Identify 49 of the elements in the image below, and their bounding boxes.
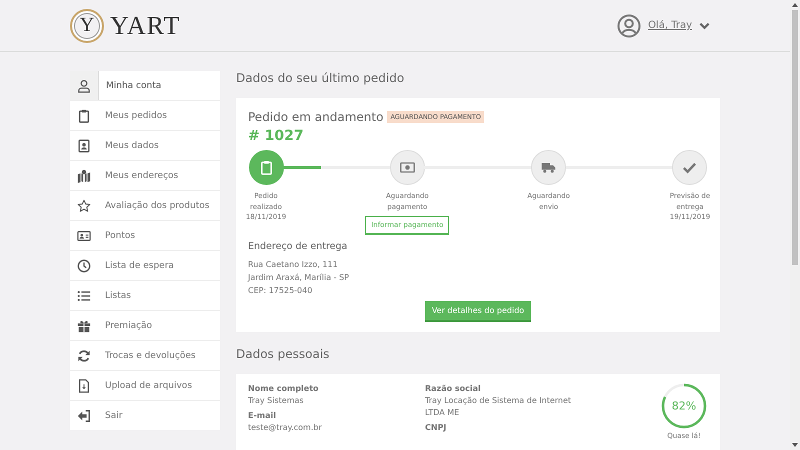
clock-icon (77, 258, 91, 272)
completion-percent: 82% (672, 400, 696, 412)
address-text: Rua Caetano Izzo, 111 Jardim Araxá, Marília - SP CEP: 17525-040 (248, 259, 350, 297)
user-icon (77, 78, 91, 92)
clipboard-icon (258, 160, 274, 175)
order-details-button[interactable]: Ver detalhes do pedido (424, 301, 532, 322)
section-title: Dados pessoais (236, 347, 330, 363)
sidebar-item[interactable]: Minha conta (70, 71, 220, 101)
check-icon (682, 160, 698, 175)
sidebar-item[interactable]: Avaliação dos produtos (70, 191, 220, 221)
field-value: teste@tray.com.br (248, 422, 323, 434)
star-icon (77, 198, 91, 212)
chevron-down-icon[interactable] (699, 22, 710, 30)
logo-text[interactable]: YART (110, 10, 180, 40)
exit-icon (77, 408, 91, 422)
banknote-icon (400, 160, 415, 175)
clipboard-icon (77, 108, 91, 122)
address-title: Endereço de entrega (248, 241, 348, 252)
contact-card-icon (77, 138, 91, 152)
sidebar-item[interactable]: Lista de espera (70, 251, 220, 281)
completion-ring (660, 382, 708, 430)
sidebar-item[interactable]: Premiação (70, 311, 220, 341)
order-number: # 1027 (248, 128, 305, 144)
sidebar-item[interactable]: Pontos (70, 221, 220, 251)
field-label: Razão social (425, 384, 482, 393)
sidebar-item[interactable]: Meus dados (70, 131, 220, 161)
file-icon (77, 378, 91, 392)
order-status-title: Pedido em andamento (248, 110, 384, 124)
truck-icon (541, 160, 556, 175)
gift-icon (77, 318, 91, 332)
field-value: Tray Sistemas (248, 395, 305, 407)
sidebar-item[interactable]: Upload de arquivos (70, 371, 220, 401)
map-pin-icon (77, 168, 91, 182)
sidebar-item[interactable]: Meus endereços (70, 161, 220, 191)
sidebar-item[interactable]: Trocas e devoluções (70, 341, 220, 371)
section-title: Dados do seu último pedido (236, 71, 406, 87)
field-value: Tray Locação de Sistema de Internet LTDA ME (425, 395, 572, 419)
user-avatar-icon[interactable] (617, 14, 642, 38)
field-label: E-mail (248, 411, 278, 420)
user-greeting-link[interactable]: Olá, Tray (648, 20, 692, 31)
field-label: CNPJ (425, 423, 448, 432)
id-card-icon (77, 228, 91, 242)
sidebar-item[interactable]: Sair (70, 401, 220, 430)
refresh-icon (77, 348, 91, 362)
sidebar-item[interactable]: Meus pedidos (70, 101, 220, 131)
list-icon (77, 288, 91, 302)
sidebar-item[interactable]: Listas (70, 281, 220, 311)
field-label: Nome completo (248, 384, 320, 393)
logo-emblem[interactable]: Y (70, 8, 104, 42)
